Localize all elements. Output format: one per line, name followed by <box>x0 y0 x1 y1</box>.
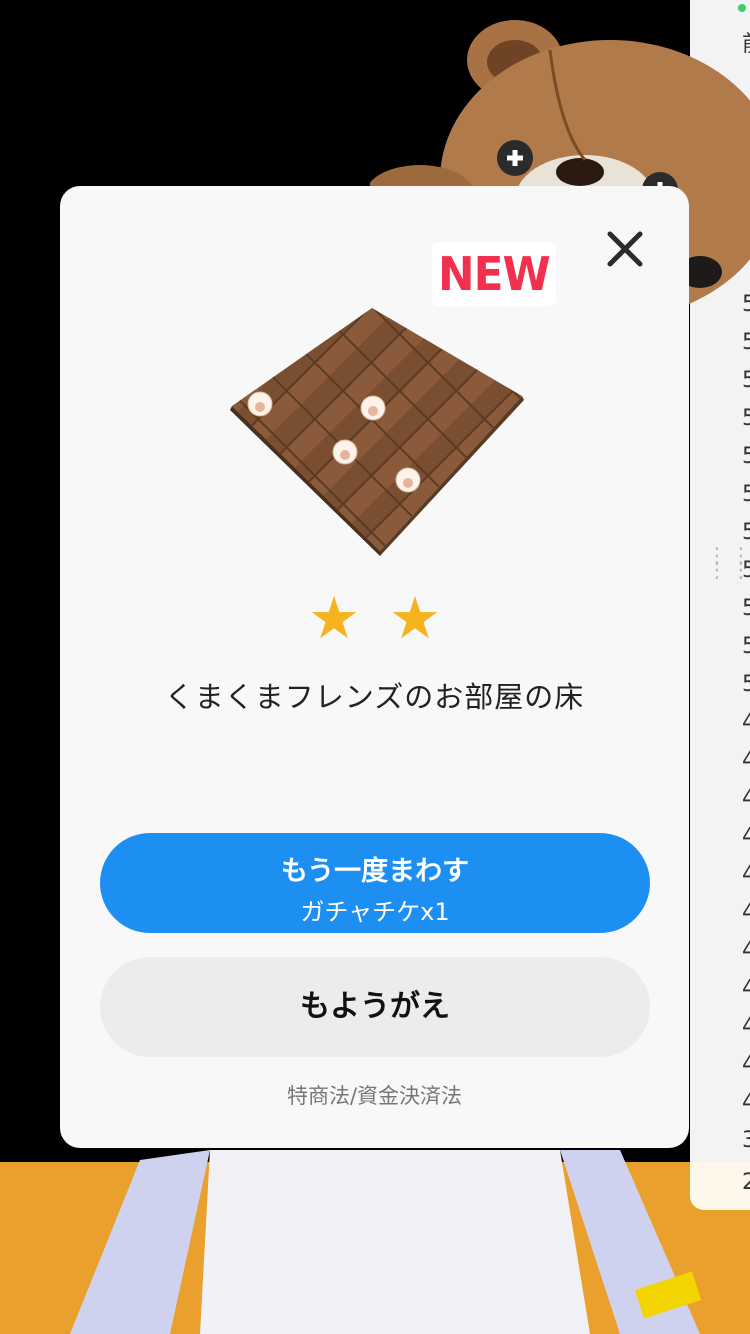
side-panel-number: 4 <box>742 824 750 849</box>
side-panel-number: 5 <box>742 634 750 659</box>
side-panel-number: 3 <box>742 1128 750 1153</box>
gacha-result-modal: NEW ★ ★ くまくまフレンズのお部屋の床 もう一度まわす ガチャチケx1 も… <box>60 186 689 1148</box>
close-button[interactable] <box>600 224 650 274</box>
star-icon: ★ <box>307 584 360 652</box>
side-panel-number: 4 <box>742 1052 750 1077</box>
side-panel-number: 4 <box>742 748 750 773</box>
ticket-cost-label: ガチャチケx1 <box>300 898 450 926</box>
side-panel-number: 2 <box>742 1170 750 1195</box>
new-badge: NEW <box>432 242 556 306</box>
star-icon: ★ <box>389 584 442 652</box>
side-panel-number: 5 <box>742 368 750 393</box>
side-panel-number: 5 <box>742 330 750 355</box>
side-panel-number: 4 <box>742 976 750 1001</box>
side-panel-number: 5 <box>742 482 750 507</box>
side-panel-number: 4 <box>742 1090 750 1115</box>
redecorate-button[interactable]: もようがえ <box>100 957 650 1057</box>
rarity-stars: ★ ★ <box>60 588 689 648</box>
drag-handle-icon[interactable]: ⋮⋮ ⋮⋮ <box>706 546 750 582</box>
spin-again-button[interactable]: もう一度まわす ガチャチケx1 <box>100 833 650 933</box>
close-icon <box>607 231 643 267</box>
item-name: くまくまフレンズのお部屋の床 <box>164 680 585 714</box>
side-panel-number: 4 <box>742 938 750 963</box>
side-panel-number: 4 <box>742 862 750 887</box>
avatar-character <box>70 1150 702 1334</box>
side-panel-number: 4 <box>742 900 750 925</box>
side-panel-number: 5 <box>742 596 750 621</box>
side-panel-number: 4 <box>742 710 750 735</box>
side-panel-number: 4 <box>742 1014 750 1039</box>
side-panel-number: 5 <box>742 672 750 697</box>
side-panel-number: 4 <box>742 786 750 811</box>
new-badge-label: NEW <box>438 247 551 301</box>
legal-notice-link[interactable]: 特商法/資金決済法 <box>60 1080 689 1110</box>
side-panel-number: 5 <box>742 520 750 545</box>
spin-again-label: もう一度まわす <box>280 856 470 887</box>
side-panel-number: 5 <box>742 406 750 431</box>
side-panel-number: 5 <box>742 444 750 469</box>
item-image-floor <box>230 308 524 556</box>
